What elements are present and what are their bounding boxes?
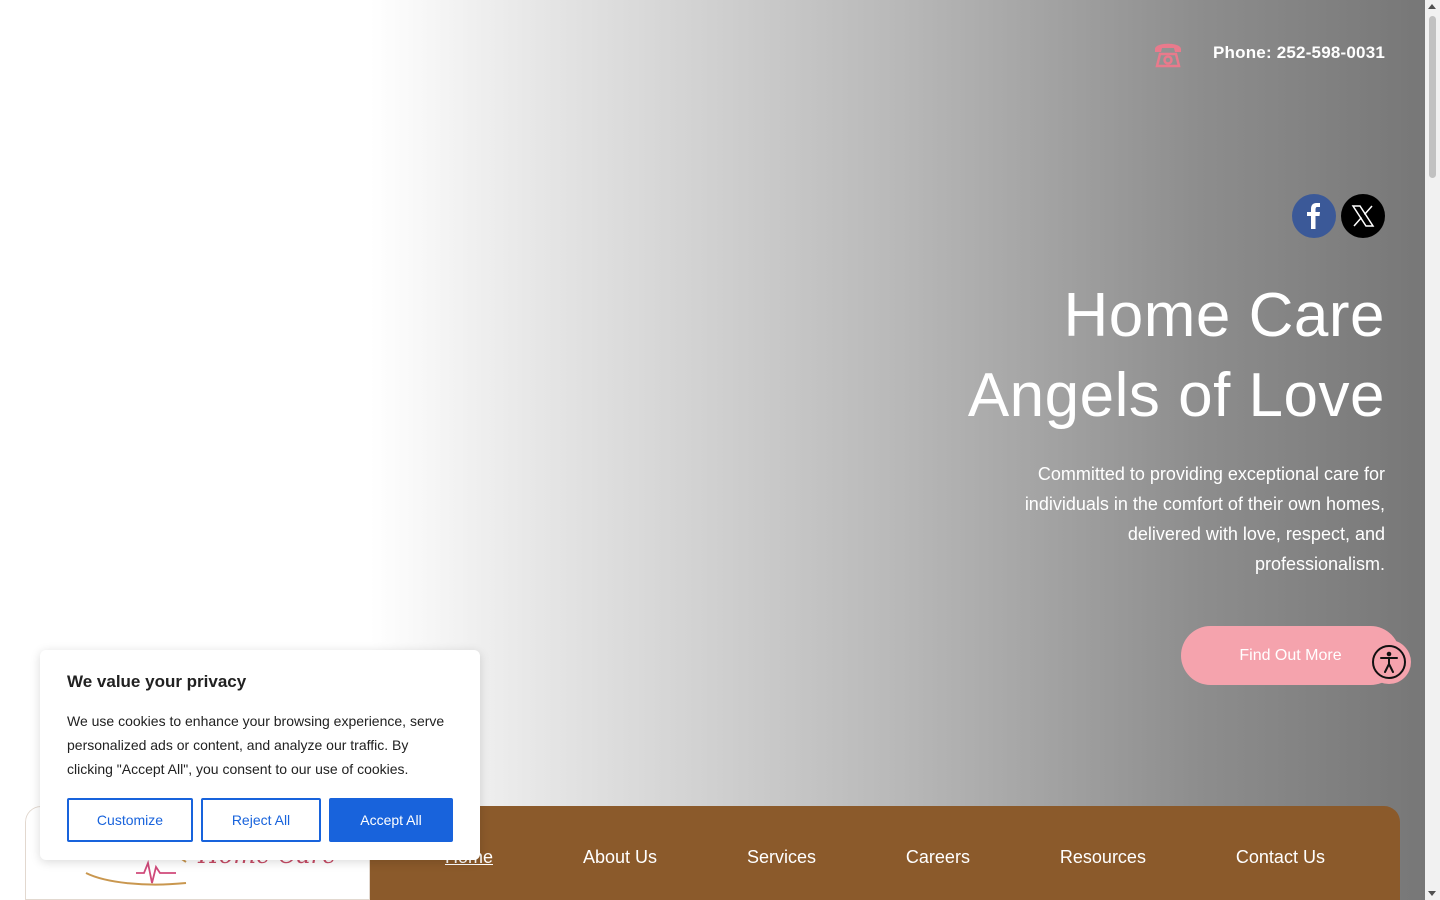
social-links <box>1292 194 1385 238</box>
reject-all-button[interactable]: Reject All <box>201 798 321 842</box>
phone-contact[interactable]: Phone: 252-598-0031 <box>1151 36 1385 70</box>
x-twitter-icon[interactable] <box>1341 194 1385 238</box>
cookie-title: We value your privacy <box>67 672 247 691</box>
nav-item-services[interactable]: Services <box>747 839 816 868</box>
scrollbar-thumb[interactable] <box>1429 16 1436 178</box>
accept-all-button[interactable]: Accept All <box>329 798 453 842</box>
scrollbar[interactable] <box>1425 0 1440 900</box>
hero-title: Home Care Angels of Love <box>968 276 1385 436</box>
cookie-text: We use cookies to enhance your browsing … <box>67 713 445 777</box>
accessibility-icon <box>1372 645 1406 679</box>
phone-number[interactable]: Phone: 252-598-0031 <box>1213 43 1385 63</box>
scroll-up-arrow-icon[interactable] <box>1428 4 1436 9</box>
cookie-actions: Customize Reject All Accept All <box>67 798 453 842</box>
telephone-icon <box>1155 43 1181 68</box>
facebook-icon[interactable] <box>1292 194 1336 238</box>
nav-item-contact-us[interactable]: Contact Us <box>1236 839 1325 868</box>
main-nav: Home About Us Services Careers Resources… <box>370 806 1400 900</box>
nav-item-careers[interactable]: Careers <box>906 839 970 868</box>
hero-title-line2: Angels of Love <box>967 361 1385 430</box>
hero-description: Committed to providing exceptional care … <box>1024 464 1385 574</box>
scroll-down-arrow-icon[interactable] <box>1428 891 1436 896</box>
customize-button[interactable]: Customize <box>67 798 193 842</box>
cookie-consent-banner: We value your privacy We use cookies to … <box>40 650 480 860</box>
accessibility-button[interactable] <box>1367 640 1411 684</box>
hero-title-line1: Home Care <box>1063 281 1385 350</box>
nav-item-resources[interactable]: Resources <box>1060 839 1146 868</box>
nav-item-about-us[interactable]: About Us <box>583 839 657 868</box>
